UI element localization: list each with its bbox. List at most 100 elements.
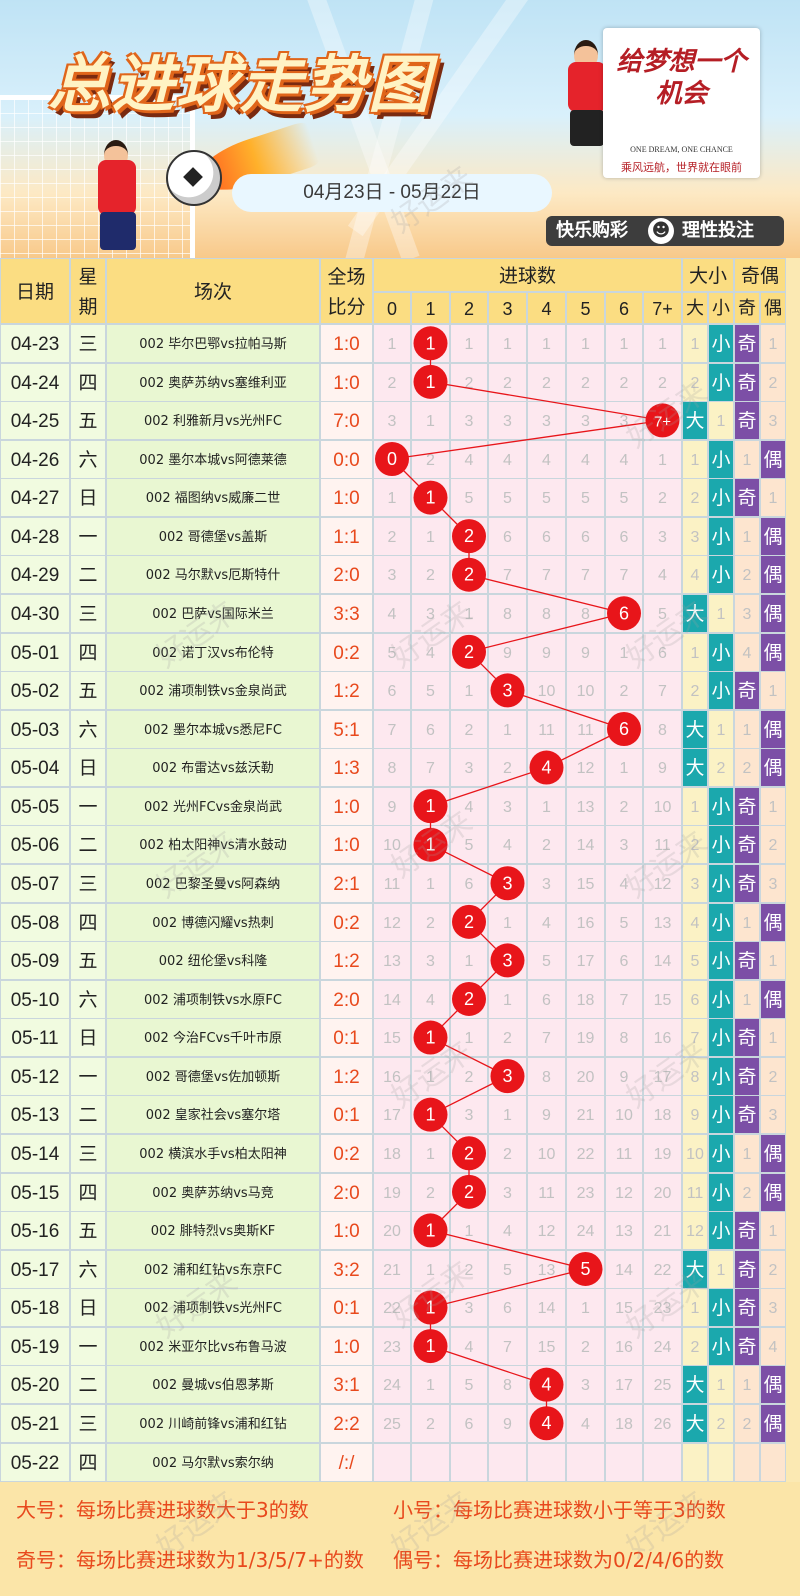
row-match: 002 浦项制铁vs光州FC [106,1288,320,1328]
goal-miss-cell: 16 [605,1326,643,1366]
goal-miss-cell: 4 [450,439,488,479]
goal-miss-cell: 21 [643,1211,682,1251]
goal-miss-cell: 15 [643,979,682,1019]
goal-miss-cell: 1 [527,324,566,364]
goal-miss-cell: 4 [411,632,450,672]
goal-miss-cell: 5 [450,1365,488,1405]
goal-miss-cell: 4 [566,439,605,479]
goal-miss-cell: 1 [411,1249,450,1289]
header-goal-col: 5 [566,292,605,324]
row-weekday: 四 [70,902,106,942]
goal-miss-cell: 3 [527,401,566,441]
row-weekday: 日 [70,478,106,518]
legend-small-key: 小号： [393,1498,453,1522]
row-date: 05-15 [0,1172,70,1212]
goal-miss-cell: 4 [605,439,643,479]
row-match: 002 博德闪耀vs热刺 [106,902,320,942]
row-score: 3:3 [320,593,373,634]
row-date: 05-13 [0,1095,70,1135]
goal-miss-cell: 7 [488,555,527,595]
bigsmall-cell: 大 [682,1365,708,1405]
bigsmall-cell: 小 [708,1018,734,1058]
row-date: 05-02 [0,671,70,711]
bigsmall-cell: 小 [708,1056,734,1096]
goal-miss-cell: 6 [643,632,682,672]
goal-miss-cell: 2 [605,671,643,711]
row-score: 0:2 [320,902,373,942]
goal-miss-cell: 7 [605,979,643,1019]
goal-miss-cell: 15 [566,863,605,904]
oddeven-cell: 1 [760,324,786,364]
bigsmall-cell: 大 [682,748,708,788]
slogan-left: 快乐购彩 [556,220,628,241]
goal-miss-cell: 9 [527,632,566,672]
bigsmall-cell: 大 [682,1249,708,1289]
goal-miss-cell: 6 [527,516,566,556]
row-score: 0:2 [320,632,373,672]
row-date: 05-08 [0,902,70,942]
row-match: 002 米亚尔比vs布鲁马波 [106,1326,320,1366]
goal-miss-cell [450,632,488,672]
goal-miss-cell: 6 [605,516,643,556]
goal-miss-cell: 17 [373,1095,411,1135]
goal-miss-cell: 4 [411,979,450,1019]
header-goal-col: 6 [605,292,643,324]
bigsmall-cell: 2 [682,671,708,711]
goal-miss-cell: 5 [450,825,488,865]
goal-miss-cell: 13 [527,1249,566,1289]
bigsmall-cell: 小 [708,941,734,981]
bigsmall-cell: 10 [682,1133,708,1174]
bigsmall-cell [708,1442,734,1482]
slogan-right: 理性投注 [682,220,754,241]
row-date: 05-18 [0,1288,70,1328]
oddeven-cell: 1 [760,478,786,518]
goal-miss-cell: 12 [605,1172,643,1212]
goal-miss-cell [488,863,527,904]
bigsmall-cell: 8 [682,1056,708,1096]
row-date: 05-11 [0,1018,70,1058]
row-match: 002 浦和红钻vs东京FC [106,1249,320,1289]
goal-miss-cell: 10 [643,786,682,826]
dream-logo: 给梦想一个 机会 ONE DREAM, ONE CHANCE 乘风远航，世界就在… [603,28,760,178]
row-weekday: 六 [70,439,106,479]
row-score: 2:0 [320,979,373,1019]
goal-miss-cell: 9 [605,1056,643,1096]
goal-miss-cell [450,1172,488,1212]
goal-miss-cell: 22 [373,1288,411,1328]
goal-miss-cell [373,1442,411,1482]
bigsmall-cell: 6 [682,979,708,1019]
goal-miss-cell: 8 [488,593,527,634]
goal-miss-cell [411,825,450,865]
row-score: 0:2 [320,1133,373,1174]
bigsmall-cell: 小 [708,979,734,1019]
bigsmall-cell: 1 [708,709,734,749]
header-date: 日期 [0,258,70,324]
goal-miss-cell: 3 [411,941,450,981]
row-match: 002 利雅新月vs光州FC [106,401,320,441]
row-date: 05-22 [0,1442,70,1482]
trend-chart-page: 总进球走势图 04月23日 - 05月22日 给梦想一个 机会 ONE DREA… [0,0,800,1596]
goal-miss-cell: 1 [488,1095,527,1135]
oddeven-cell: 3 [760,1288,786,1328]
goal-miss-cell [411,1211,450,1251]
goal-miss-cell: 8 [373,748,411,788]
goal-miss-cell: 3 [605,401,643,441]
goal-miss-cell: 1 [488,979,527,1019]
goal-miss-cell: 13 [643,902,682,942]
row-date: 05-14 [0,1133,70,1174]
goal-miss-cell: 5 [488,478,527,518]
row-score: 1:0 [320,478,373,518]
row-match: 002 光州FCvs金泉尚武 [106,786,320,826]
goal-miss-cell: 3 [488,786,527,826]
row-date: 04-29 [0,555,70,595]
row-weekday: 一 [70,1056,106,1096]
oddeven-cell: 2 [734,555,760,595]
goal-miss-cell: 1 [373,478,411,518]
goal-miss-cell: 18 [373,1133,411,1174]
goal-miss-cell: 1 [605,748,643,788]
row-score: 2:1 [320,863,373,904]
oddeven-cell: 偶 [760,1403,786,1444]
goal-miss-cell: 11 [566,709,605,749]
legend-even-key: 偶号： [393,1548,453,1572]
goal-miss-cell: 1 [411,516,450,556]
